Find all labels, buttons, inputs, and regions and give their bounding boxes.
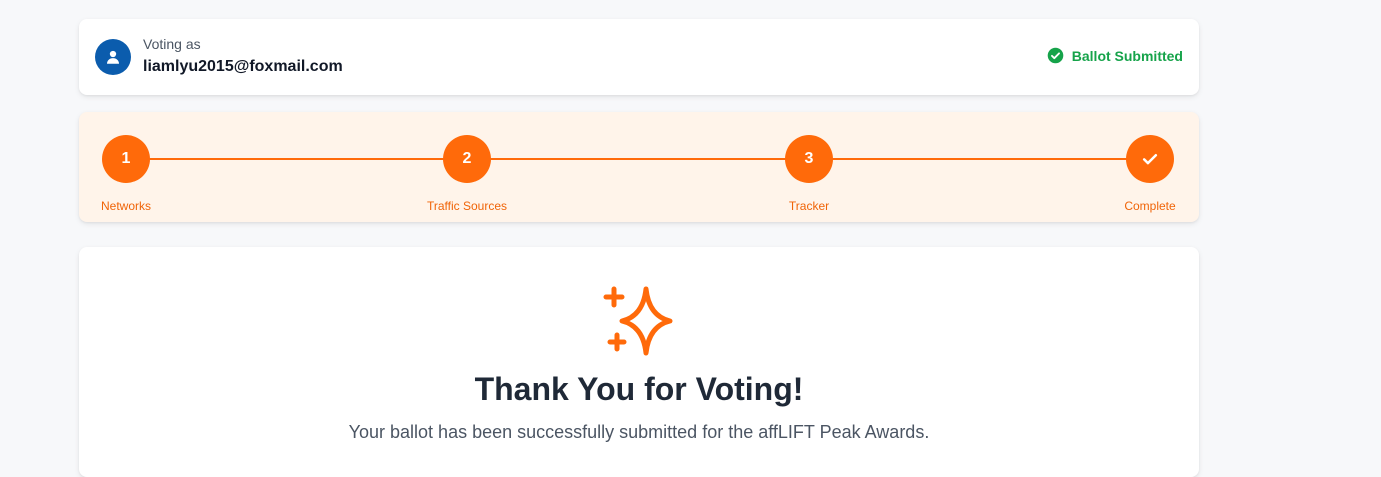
step-1-label: Networks	[100, 199, 152, 213]
confirmation-card: Thank You for Voting! Your ballot has be…	[79, 247, 1199, 477]
status-badge: Ballot Submitted	[1047, 47, 1183, 64]
step-2-circle: 2	[443, 135, 491, 183]
status-label: Ballot Submitted	[1071, 47, 1183, 64]
step-connector	[126, 158, 1150, 160]
step-1-circle: 1	[102, 135, 150, 183]
voter-card: Voting as liamlyu2015@foxmail.com Ballot…	[79, 19, 1199, 95]
sparkles-icon	[600, 283, 676, 359]
step-2-label: Traffic Sources	[426, 199, 508, 213]
step-4-label: Complete	[1124, 199, 1176, 213]
confirmation-message: Your ballot has been successfully submit…	[348, 422, 930, 442]
step-4-circle	[1126, 135, 1174, 183]
step-3-circle: 3	[785, 135, 833, 183]
progress-stepper: 1 2 3 Networks Traffic Sources Tracker C…	[79, 112, 1199, 222]
voter-email: liamlyu2015@foxmail.com	[143, 58, 343, 75]
step-3-number: 3	[804, 150, 814, 167]
check-circle-icon	[1047, 47, 1064, 64]
user-icon	[95, 39, 131, 75]
check-icon	[1140, 149, 1160, 169]
step-1-number: 1	[121, 150, 131, 167]
step-3-label: Tracker	[788, 199, 830, 213]
voting-as-label: Voting as	[143, 36, 201, 52]
step-2-number: 2	[462, 150, 472, 167]
confirmation-title: Thank You for Voting!	[474, 371, 804, 407]
